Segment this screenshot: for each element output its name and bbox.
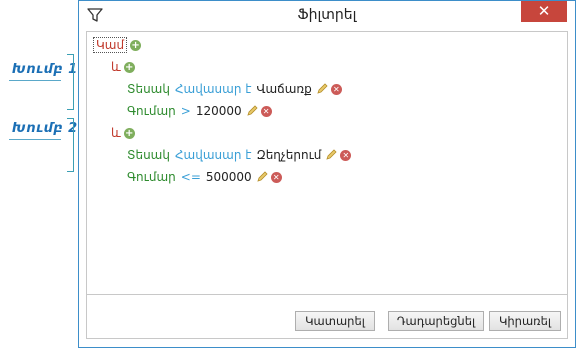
condition-value[interactable]: 120000	[196, 102, 242, 120]
pencil-icon[interactable]	[325, 149, 337, 161]
group1-row: և +	[111, 58, 135, 76]
condition-row: Գումար <= 500000 ✕	[127, 168, 282, 186]
condition-operator[interactable]: <=	[181, 168, 201, 186]
condition-operator[interactable]: Հավասար է	[175, 146, 251, 164]
group1-operator[interactable]: և	[111, 58, 121, 76]
condition-row: Տեսակ Հավասար է Զեղչերում ✕	[127, 146, 352, 164]
reset-button[interactable]: Դադարեցնել	[388, 311, 484, 331]
filter-tree-panel: Կամ + և + Տեսակ Հավասար է Վաճառք ✕ Գումա…	[86, 31, 568, 295]
window-title: Ֆիլտրել	[297, 7, 357, 23]
condition-field[interactable]: Գումար	[127, 168, 176, 186]
condition-field[interactable]: Տեսակ	[127, 146, 170, 164]
plus-circle-icon[interactable]: +	[123, 127, 135, 139]
condition-operator[interactable]: Հավասար է	[175, 80, 251, 98]
condition-value[interactable]: Զեղչերում	[256, 146, 321, 164]
cancel-button[interactable]: Կատարել	[295, 311, 375, 331]
group1-bracket	[67, 54, 74, 110]
dialog-footer: Կատարել Դադարեցնել Կիրառել	[86, 295, 568, 339]
group2-underline	[9, 139, 61, 140]
group2-operator[interactable]: և	[111, 124, 121, 142]
apply-button[interactable]: Կիրառել	[489, 311, 561, 331]
filter-dialog: Ֆիլտրել ✕ Կամ + և + Տեսակ Հավասար է Վաճա…	[78, 0, 576, 348]
pencil-icon[interactable]	[316, 83, 328, 95]
root-row: Կամ +	[93, 36, 142, 54]
pencil-icon[interactable]	[256, 171, 268, 183]
condition-field[interactable]: Տեսակ	[127, 80, 170, 98]
group1-underline	[9, 80, 61, 81]
group2-bracket	[67, 118, 74, 172]
condition-row: Գումար > 120000 ✕	[127, 102, 272, 120]
root-operator[interactable]: Կամ	[93, 37, 128, 53]
title-bar: Ֆիլտրել ✕	[79, 1, 575, 31]
group2-row: և +	[111, 124, 135, 142]
condition-operator[interactable]: >	[181, 102, 191, 120]
condition-field[interactable]: Գումար	[127, 102, 176, 120]
plus-circle-icon[interactable]: +	[130, 39, 142, 51]
x-circle-icon[interactable]: ✕	[330, 83, 342, 95]
pencil-icon[interactable]	[246, 105, 258, 117]
x-circle-icon[interactable]: ✕	[260, 105, 272, 117]
condition-row: Տեսակ Հավասար է Վաճառք ✕	[127, 80, 342, 98]
plus-circle-icon[interactable]: +	[123, 61, 135, 73]
x-circle-icon[interactable]: ✕	[270, 171, 282, 183]
condition-value[interactable]: 500000	[206, 168, 252, 186]
close-button[interactable]: ✕	[521, 1, 567, 22]
condition-value[interactable]: Վաճառք	[256, 80, 311, 98]
x-circle-icon[interactable]: ✕	[340, 149, 352, 161]
